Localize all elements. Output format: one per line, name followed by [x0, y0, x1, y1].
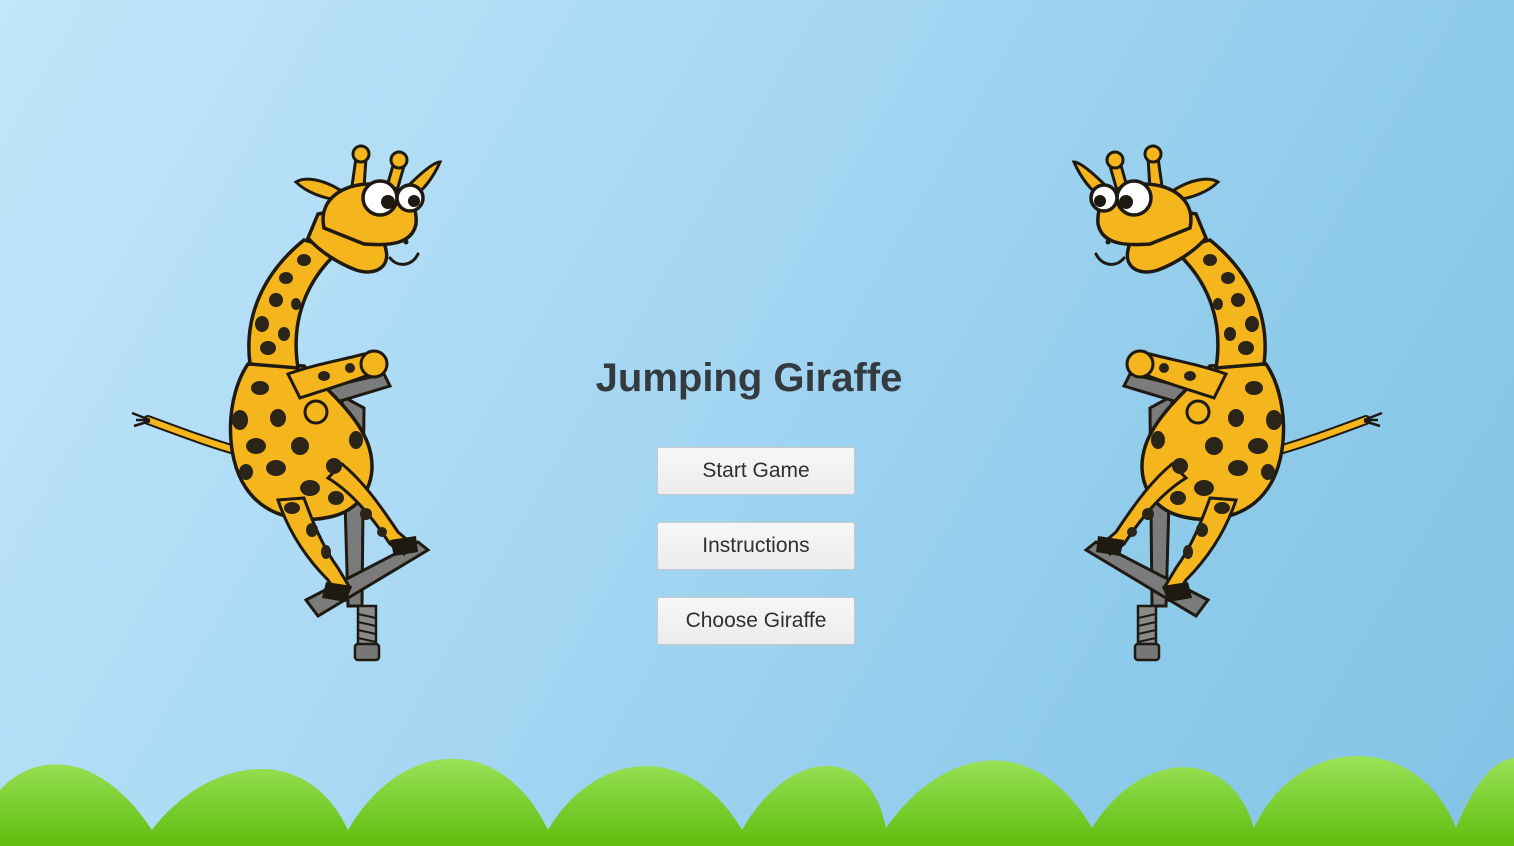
choose-giraffe-button[interactable]: Choose Giraffe	[657, 597, 855, 645]
instructions-button[interactable]: Instructions	[657, 522, 855, 570]
game-title-text: Jumping Giraffe	[595, 356, 903, 400]
game-title: Jumping Giraffe	[0, 352, 1514, 404]
game-menu-screen: Jumping Giraffe Start Game Instructions …	[0, 0, 1514, 846]
grass-hills	[0, 755, 1514, 846]
start-game-button[interactable]: Start Game	[657, 447, 855, 495]
